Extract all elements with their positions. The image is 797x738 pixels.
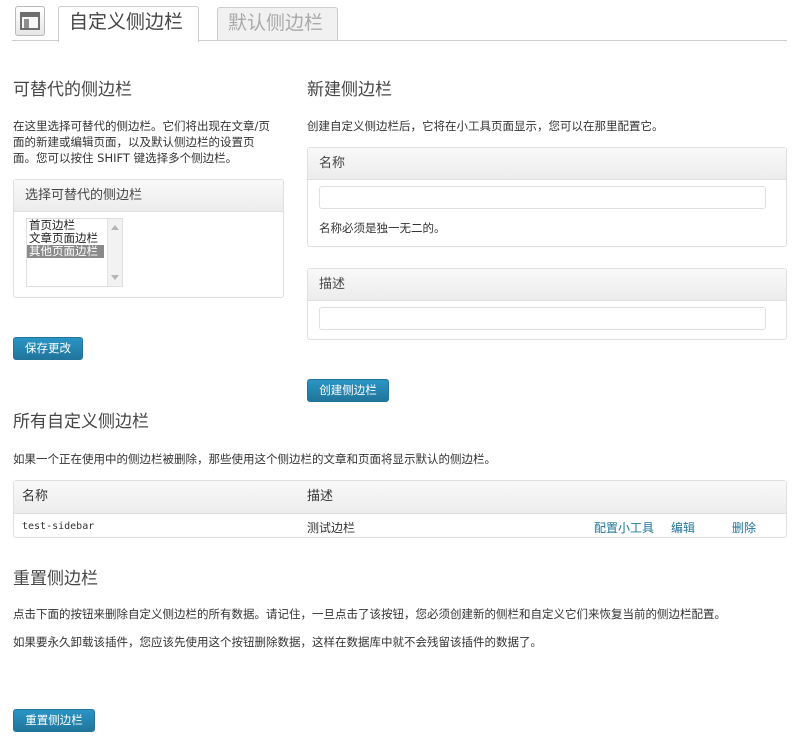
select-option-selected[interactable]: 其他页面边栏: [27, 245, 104, 258]
column-header-name: 名称: [22, 489, 49, 504]
replaceable-desc-line: 面。您可以按住 SHIFT 键选择多个侧边栏。: [13, 151, 238, 165]
create-sidebar-button[interactable]: 创建侧边栏: [307, 379, 389, 402]
configure-widgets-link[interactable]: 配置小工具: [594, 519, 654, 536]
replaceable-sidebars-select[interactable]: 首页边栏 文章页面边栏 其他页面边栏: [26, 218, 123, 287]
edit-link[interactable]: 编辑: [671, 519, 695, 536]
reset-sidebars-button[interactable]: 重置侧边栏: [13, 709, 95, 732]
replaceable-description: 在这里选择可替代的侧边栏。它们将出现在文章/页 面的新建或编辑页面，以及默认侧边…: [13, 118, 288, 166]
save-changes-button[interactable]: 保存更改: [13, 337, 83, 360]
name-input[interactable]: [319, 186, 766, 209]
column-header-description: 描述: [307, 489, 334, 504]
table-header: 名称 描述: [14, 481, 786, 514]
all-sidebars-title: 所有自定义侧边栏: [13, 412, 149, 432]
row-sidebar-description: 测试边栏: [307, 521, 356, 535]
reset-description-1: 点击下面的按钮来删除自定义侧边栏的所有数据。请记住，一旦点击了该按钮，您必须创建…: [13, 607, 726, 621]
all-sidebars-description: 如果一个正在使用中的侧边栏被删除，那些使用这个侧边栏的文章和页面将显示默认的侧边…: [13, 452, 496, 466]
description-label: 描述: [308, 269, 786, 301]
replaceable-desc-line: 面的新建或编辑页面，以及默认侧边栏的设置页: [13, 135, 255, 149]
replaceable-desc-line: 在这里选择可替代的侧边栏。它们将出现在文章/页: [13, 119, 270, 133]
replaceable-title: 可替代的侧边栏: [13, 80, 132, 100]
row-sidebar-name: test-sidebar: [22, 521, 95, 532]
name-hint: 名称必须是独一无二的。: [319, 221, 446, 235]
description-input[interactable]: [319, 307, 766, 330]
select-scrollbar[interactable]: [107, 219, 122, 286]
sidebar-layout-icon: [15, 6, 45, 36]
delete-link[interactable]: 删除: [732, 519, 756, 536]
reset-title: 重置侧边栏: [13, 569, 98, 589]
tab-custom-sidebars[interactable]: 自定义侧边栏: [58, 6, 199, 42]
reset-description-2: 如果要永久卸载该插件，您应该先使用这个按钮删除数据，这样在数据库中就不会残留该插…: [13, 635, 542, 649]
new-sidebar-title: 新建侧边栏: [307, 80, 392, 100]
name-label: 名称: [308, 148, 786, 180]
sidebars-table: 名称 描述 test-sidebar 测试边栏 配置小工具 编辑 删除: [13, 480, 787, 538]
replaceable-box-title: 选择可替代的侧边栏: [14, 180, 283, 212]
scroll-up-arrow-icon[interactable]: [111, 225, 119, 230]
scroll-down-arrow-icon[interactable]: [111, 275, 119, 280]
tab-default-sidebars[interactable]: 默认侧边栏: [217, 7, 338, 40]
new-sidebar-description: 创建自定义侧边栏后，它将在小工具页面显示，您可以在那里配置它。: [307, 119, 664, 133]
